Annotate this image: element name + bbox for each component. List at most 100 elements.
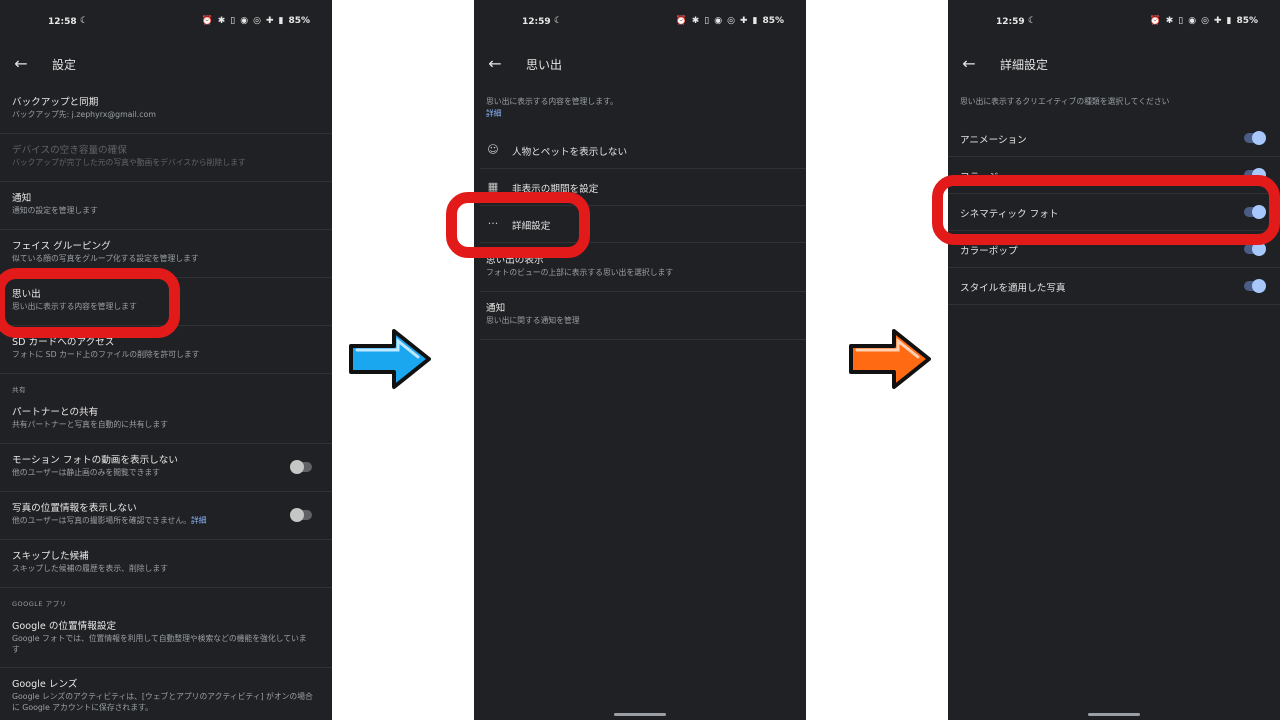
advanced-description: 思い出に表示するクリエイティブの種類を選択してください [960,97,1170,106]
alarm-icon: ⏰ [675,16,687,26]
back-arrow-icon[interactable]: ← [958,53,980,75]
item-title: スキップした候補 [12,551,89,562]
item-title: パートナーとの共有 [12,407,99,418]
screen-memories: 12:59 ☾ ⏰ ✱ ▯ ◉ ◎ ✚ ▮ 85% ← 思い出 思い出に表示する… [474,0,806,720]
item-subtitle: バックアップが完了した元の写真や動画をデバイスから削除します [12,158,246,167]
item-subtitle: スキップした候補の履歴を表示、削除します [12,564,168,573]
settings-item-google-location[interactable]: Google の位置情報設定 Google フォトでは、位置情報を利用して自動整… [0,610,332,668]
battery-percent: 85% [762,16,784,26]
vibrate-icon: ▯ [1178,16,1184,26]
settings-list: バックアップと同期 バックアップ先: j.zephyrx@gmail.com デ… [0,86,332,720]
settings-item-hide-motion-video[interactable]: モーション フォトの動画を表示しない 他のユーザーは静止画のみを閲覧できます [0,444,332,492]
toggle-knob [1252,131,1266,145]
settings-item-backup[interactable]: バックアップと同期 バックアップ先: j.zephyrx@gmail.com [0,86,332,134]
night-mode-icon: ☾ [554,16,563,26]
night-mode-icon: ☾ [1028,16,1037,26]
details-link[interactable]: 詳細 [191,516,207,525]
app-bar: ← 設定 [0,44,332,84]
app-bar: ← 思い出 [474,44,806,84]
row-hide-people-pets[interactable]: ☺ 人物とペットを表示しない [480,132,806,169]
status-bar: 12:59 ☾ ⏰ ✱ ▯ ◉ ◎ ✚ ▮ 85% [948,0,1280,44]
wifi-icon: ◉ [240,16,249,26]
row-stylized-photos[interactable]: スタイルを適用した写真 [948,268,1280,305]
bluetooth-icon: ✱ [1165,16,1174,26]
item-subtitle: 他のユーザーは写真の撮影場所を確認できません。詳細 [12,515,320,526]
back-arrow-icon[interactable]: ← [10,53,32,75]
item-title: フェイス グルーピング [12,241,111,252]
item-title: 写真の位置情報を表示しない [12,503,137,514]
battery-percent: 85% [288,16,310,26]
settings-item-hide-location[interactable]: 写真の位置情報を表示しない 他のユーザーは写真の撮影場所を確認できません。詳細 [0,492,332,540]
item-subtitle-text: 他のユーザーは写真の撮影場所を確認できません。 [12,516,191,525]
hotspot-icon: ◎ [727,16,735,26]
item-title: 通知 [486,303,506,314]
highlight-memories [0,268,180,338]
item-subtitle: Google フォトでは、位置情報を利用して自動整理や検索などの機能を強化してい… [12,634,307,654]
settings-item-free-space: デバイスの空き容量の確保 バックアップが完了した元の写真や動画をデバイスから削除… [0,134,332,182]
settings-item-memories-notifications[interactable]: 通知 思い出に関する通知を管理 [480,292,806,340]
item-title: 通知 [12,193,32,204]
row-label: アニメーション [960,135,1027,146]
arrow-right-icon [849,329,931,389]
app-bar: ← 詳細設定 [948,44,1280,84]
night-mode-icon: ☾ [80,16,89,26]
screen-advanced-settings: 12:59 ☾ ⏰ ✱ ▯ ◉ ◎ ✚ ▮ 85% ← 詳細設定 思い出に表示す… [948,0,1280,720]
section-header-shared: 共有 [12,386,26,394]
toggle-knob [1252,279,1266,293]
location-toggle[interactable] [290,508,312,522]
motion-video-toggle[interactable] [290,460,312,474]
bluetooth-icon: ✱ [691,16,700,26]
item-subtitle: フォトのビューの上部に表示する思い出を選択します [486,268,674,277]
item-title: Google の位置情報設定 [12,621,117,632]
page-title: 思い出 [526,58,563,72]
alarm-icon: ⏰ [201,16,213,26]
page-title: 詳細設定 [1000,58,1049,72]
vibrate-icon: ▯ [230,16,236,26]
section-header-google-apps: GOOGLE アプリ [12,600,67,608]
hotspot-icon: ◎ [253,16,261,26]
bluetooth-icon: ✱ [217,16,226,26]
gesture-nav-bar[interactable] [1088,713,1140,716]
battery-icon: ▮ [1226,16,1232,26]
details-link[interactable]: 詳細 [486,108,794,120]
alarm-icon: ⏰ [1149,16,1161,26]
highlight-advanced-settings [446,192,590,258]
row-label: カラーポップ [960,246,1018,257]
highlight-cinematic-photo [932,175,1280,245]
settings-item-skipped-suggestions[interactable]: スキップした候補 スキップした候補の履歴を表示、削除します [0,540,332,588]
status-time: 12:59 [996,17,1025,27]
back-arrow-icon[interactable]: ← [484,53,506,75]
item-title: デバイスの空き容量の確保 [12,145,127,156]
status-time: 12:58 [48,17,77,27]
item-subtitle: フォトに SD カード上のファイルの削除を許可します [12,350,200,359]
settings-item-partner-sharing[interactable]: パートナーとの共有 共有パートナーと写真を自動的に共有します [0,396,332,444]
battery-icon: ▮ [752,16,758,26]
signal-icon: ✚ [265,16,274,26]
item-subtitle: バックアップ先: j.zephyrx@gmail.com [12,110,156,119]
item-title: Google レンズ [12,679,78,690]
screen-settings: 12:58 ☾ ⏰ ✱ ▯ ◉ ◎ ✚ ▮ 85% ← 設定 バックアップと同期… [0,0,332,720]
gesture-nav-bar[interactable] [614,713,666,716]
animation-toggle[interactable] [1244,131,1266,145]
battery-percent: 85% [1236,16,1258,26]
description-text: 思い出に表示する内容を管理します。 [486,97,618,106]
row-animation[interactable]: アニメーション [948,120,1280,157]
status-time: 12:59 [522,17,551,27]
arrow-right-icon [349,329,431,389]
item-subtitle: 通知の設定を管理します [12,206,98,215]
settings-item-notifications[interactable]: 通知 通知の設定を管理します [0,182,332,230]
vibrate-icon: ▯ [704,16,710,26]
face-icon: ☺ [487,143,499,156]
memories-description: 思い出に表示する内容を管理します。 詳細 [486,96,794,120]
color-pop-toggle[interactable] [1244,242,1266,256]
status-bar: 12:59 ☾ ⏰ ✱ ▯ ◉ ◎ ✚ ▮ 85% [474,0,806,44]
item-subtitle: 似ている顔の写真をグループ化する設定を管理します [12,254,199,263]
battery-icon: ▮ [278,16,284,26]
toggle-knob [290,460,304,474]
item-subtitle: 思い出に関する通知を管理 [486,316,580,325]
page-title: 設定 [52,58,77,72]
settings-item-google-lens[interactable]: Google レンズ Google レンズのアクティビティは、[ウェブとアプリの… [0,668,332,720]
stylized-photos-toggle[interactable] [1244,279,1266,293]
item-subtitle: 他のユーザーは静止画のみを閲覧できます [12,468,160,477]
item-title: モーション フォトの動画を表示しない [12,455,178,466]
